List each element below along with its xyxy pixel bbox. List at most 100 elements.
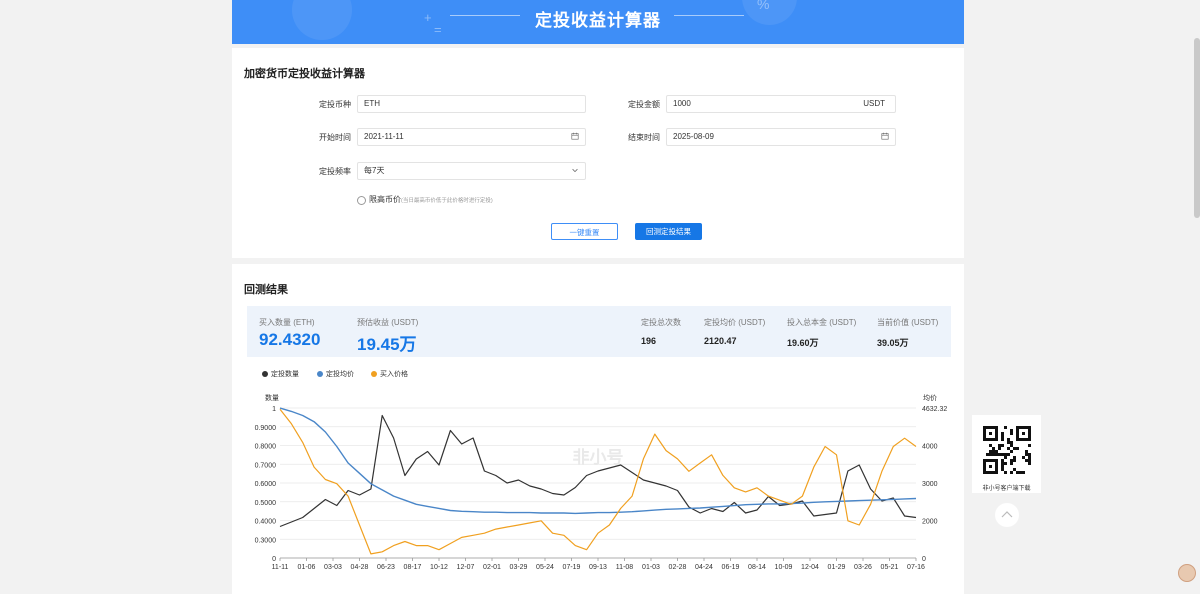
x-tick-label: 03-26 [854,564,872,571]
page-banner: + = % 定投收益计算器 [232,0,964,44]
dca-chart[interactable]: 0 0.3000 0.4000 0.5000 0.6000 0.7000 0.8000 0.9… [232,388,964,583]
buy-amount-label: 买入数量 (ETH) [259,318,315,327]
amount-label: 定投金额 [628,100,660,109]
x-tick-label: 08-17 [404,564,422,571]
reset-button[interactable]: 一键重置 [551,223,618,240]
calendar-icon[interactable] [571,132,579,140]
result-stats-panel: 买入数量 (ETH) 92.4320 预估收益 (USDT) 19.45万 定投… [247,306,951,357]
amount-unit: USDT [863,99,885,108]
legend-item-price[interactable]: 买入价格 [371,369,408,379]
avg-price-value: 2120.47 [704,336,737,346]
x-tick-label: 08-14 [748,564,766,571]
y-left-tick-label: 0.4000 [255,519,277,526]
principal-value: 19.60万 [787,338,819,348]
x-tick-label: 01-06 [298,564,316,571]
buy-amount-value: 92.4320 [259,330,321,349]
y-right-tick-label: 4000 [922,444,938,451]
legend-item-amount[interactable]: 定投数量 [262,369,299,379]
end-date-input[interactable]: 2025-08-09 [666,128,896,146]
current-value-label: 当前价值 (USDT) [877,318,939,327]
legend-label-avg: 定投均价 [326,371,354,378]
y-right-tick-label: 3000 [922,481,938,488]
calendar-icon[interactable] [881,132,889,140]
series-line-amount [279,414,917,528]
est-profit-value: 19.45万 [357,335,417,354]
banner-title: 定投收益计算器 [535,11,661,30]
end-date-value: 2025-08-09 [673,132,714,141]
start-date-input[interactable]: 2021-11-11 [357,128,586,146]
legend-dot-amount [262,371,268,377]
legend-item-avg[interactable]: 定投均价 [317,369,354,379]
y-left-tick-label: 1 [272,406,276,413]
user-avatar[interactable] [1178,564,1196,582]
limit-price-hint: (当日最高币价低于此价格时进行定投) [401,198,493,204]
start-date-label: 开始时间 [319,133,351,142]
form-section-title: 加密货币定投收益计算器 [244,68,365,80]
legend-dot-price [371,371,377,377]
page-scrollbar[interactable] [1194,38,1200,218]
limit-price-radio[interactable] [357,196,366,205]
x-tick-label: 01-29 [828,564,846,571]
y-right-axis-title: 均价 [923,393,937,402]
chevron-up-icon [1001,511,1013,518]
legend-label-price: 买入价格 [380,371,408,378]
avg-price-label: 定投均价 (USDT) [704,318,766,327]
y-right-tick-label: 2000 [922,519,938,526]
total-count-label: 定投总次数 [641,318,681,327]
x-tick-label: 05-24 [536,564,554,571]
chart-watermark: 非小号 [573,447,624,467]
result-section-title: 回测结果 [244,284,288,296]
principal-label: 投入总本金 (USDT) [787,318,857,327]
frequency-select[interactable]: 每7天 [357,162,586,180]
result-card: 回测结果 买入数量 (ETH) 92.4320 预估收益 (USDT) 19.4… [232,264,964,594]
y-left-axis-title: 数量 [265,393,279,402]
y-left-tick-label: 0.7000 [255,462,277,469]
x-tick-label: 11-08 [616,564,633,571]
chevron-down-icon [572,168,578,173]
legend-dot-avg [317,371,323,377]
qr-code-icon [983,426,1031,474]
limit-price-option[interactable]: 限高币价(当日最高币价低于此价格时进行定投) [369,194,493,205]
y-left-tick-label: 0 [272,556,276,563]
back-to-top-button[interactable] [995,503,1019,527]
x-tick-label: 10-12 [430,564,448,571]
coin-input[interactable]: ETH [357,95,586,113]
qr-label: 非小号客户端下载 [982,486,1031,492]
amount-value: 1000 [673,99,691,108]
amount-input[interactable]: 1000 USDT [666,95,896,113]
y-right-tick-label: 0 [922,556,926,563]
x-tick-label: 06-23 [377,564,395,571]
x-tick-label: 10-09 [775,564,793,571]
x-tick-label: 06-19 [722,564,740,571]
y-left-tick-label: 0.3000 [255,537,277,544]
x-tick-label: 12-04 [801,564,819,571]
x-tick-label: 07-16 [907,564,925,571]
app-download-qr[interactable]: 非小号客户端下载 [972,415,1041,493]
start-date-value: 2021-11-11 [364,132,404,141]
y-left-tick-label: 0.9000 [255,425,277,432]
x-tick-label: 03-03 [324,564,342,571]
frequency-label: 定投频率 [319,167,351,176]
coin-label: 定投币种 [319,100,351,109]
series-line-price [279,408,917,555]
calculator-form-card: 加密货币定投收益计算器 定投币种 ETH 定投金额 1000 USDT 开始时间… [232,48,964,258]
y-left-tick-label: 0.6000 [255,481,277,488]
y-left-tick-label: 0.5000 [255,500,277,507]
coin-value: ETH [364,99,380,108]
x-tick-label: 02-01 [483,564,501,571]
x-tick-label: 07-19 [563,564,581,571]
x-tick-label: 03-29 [510,564,528,571]
x-tick-label: 02-28 [669,564,687,571]
run-backtest-button[interactable]: 回测定投结果 [635,223,702,240]
est-profit-label: 预估收益 (USDT) [357,318,419,327]
current-value-value: 39.05万 [877,338,909,348]
end-date-label: 结束时间 [628,133,660,142]
x-tick-label: 01-03 [642,564,660,571]
frequency-value: 每7天 [364,166,385,175]
x-tick-label: 11-11 [272,564,289,571]
limit-price-label: 限高币价 [369,195,401,204]
y-right-tick-label: 4632.32 [922,406,947,413]
y-left-tick-label: 0.8000 [255,444,277,451]
x-tick-label: 12-07 [457,564,475,571]
x-tick-label: 04-28 [351,564,369,571]
